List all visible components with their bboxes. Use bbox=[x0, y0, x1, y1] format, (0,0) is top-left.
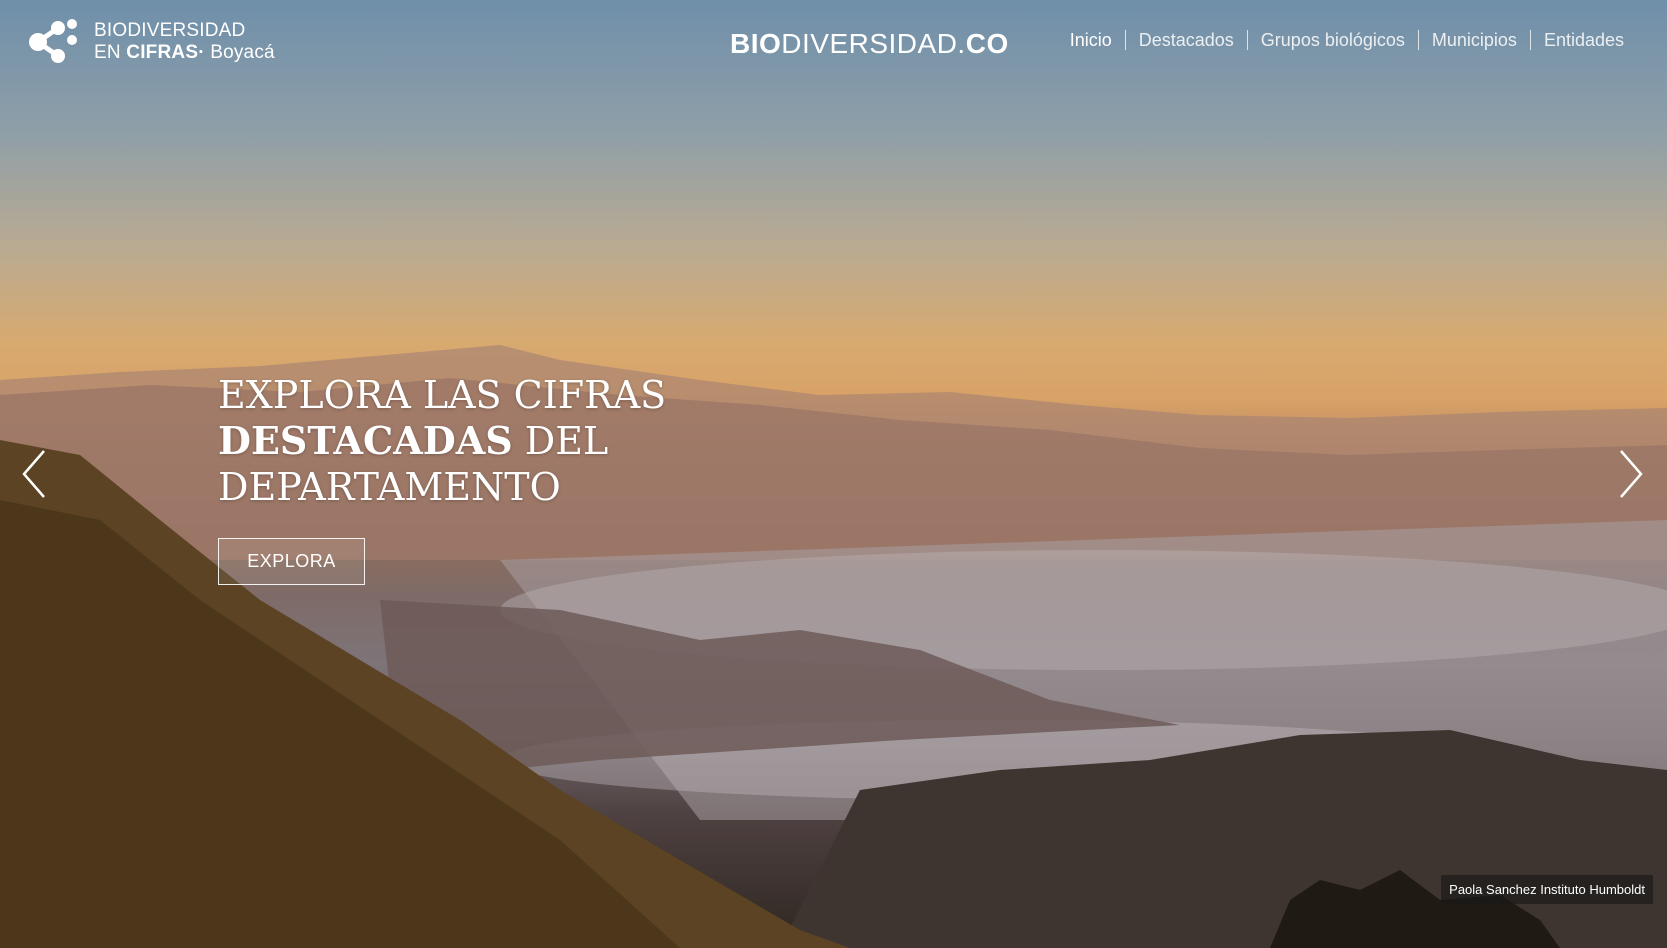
molecule-logo-icon bbox=[29, 19, 77, 63]
headline-line3: DEPARTAMENTO bbox=[218, 465, 561, 509]
chevron-right-icon[interactable] bbox=[1615, 447, 1645, 501]
chevron-left-icon[interactable] bbox=[20, 447, 50, 501]
logo-text: BIODIVERSIDAD EN CIFRAS· Boyacá bbox=[94, 20, 275, 64]
logo-line2: EN CIFRAS· Boyacá bbox=[94, 42, 275, 64]
photo-credit: Paola Sanchez Instituto Humboldt bbox=[1441, 875, 1653, 904]
brand-part-bio: BIO bbox=[730, 28, 782, 59]
biodiversidad-co-link[interactable]: BIODIVERSIDAD.CO bbox=[730, 28, 1009, 60]
logo-line1: BIODIVERSIDAD bbox=[94, 20, 246, 41]
nav-item-destacados[interactable]: Destacados bbox=[1124, 30, 1247, 50]
headline-line2: DESTACADAS DEL bbox=[218, 418, 666, 464]
nav-item-inicio[interactable]: Inicio bbox=[1057, 30, 1125, 50]
explora-button[interactable]: EXPLORA bbox=[218, 538, 365, 585]
nav-item-municipios[interactable]: Municipios bbox=[1417, 30, 1530, 50]
headline-bold-word: DESTACADAS bbox=[218, 418, 513, 463]
logo-line2-suffix: Boyacá bbox=[204, 42, 275, 63]
site-logo[interactable]: BIODIVERSIDAD EN CIFRAS· Boyacá bbox=[28, 16, 275, 68]
headline-line1: EXPLORA LAS CIFRAS bbox=[218, 373, 667, 417]
brand-part-co: CO bbox=[965, 28, 1009, 59]
main-nav: Inicio Destacados Grupos biológicos Muni… bbox=[1057, 30, 1637, 50]
brand-part-diversidad: DIVERSIDAD. bbox=[781, 28, 966, 59]
logo-line2-strong: CIFRAS· bbox=[126, 42, 205, 63]
nav-item-entidades[interactable]: Entidades bbox=[1529, 30, 1637, 50]
headline-line2-rest: DEL bbox=[512, 419, 609, 463]
nav-item-grupos-biologicos[interactable]: Grupos biológicos bbox=[1246, 30, 1418, 50]
hero-headline: EXPLORA LAS CIFRAS DESTACADAS DEL DEPART… bbox=[218, 372, 666, 510]
logo-line2-prefix: EN bbox=[94, 42, 127, 63]
